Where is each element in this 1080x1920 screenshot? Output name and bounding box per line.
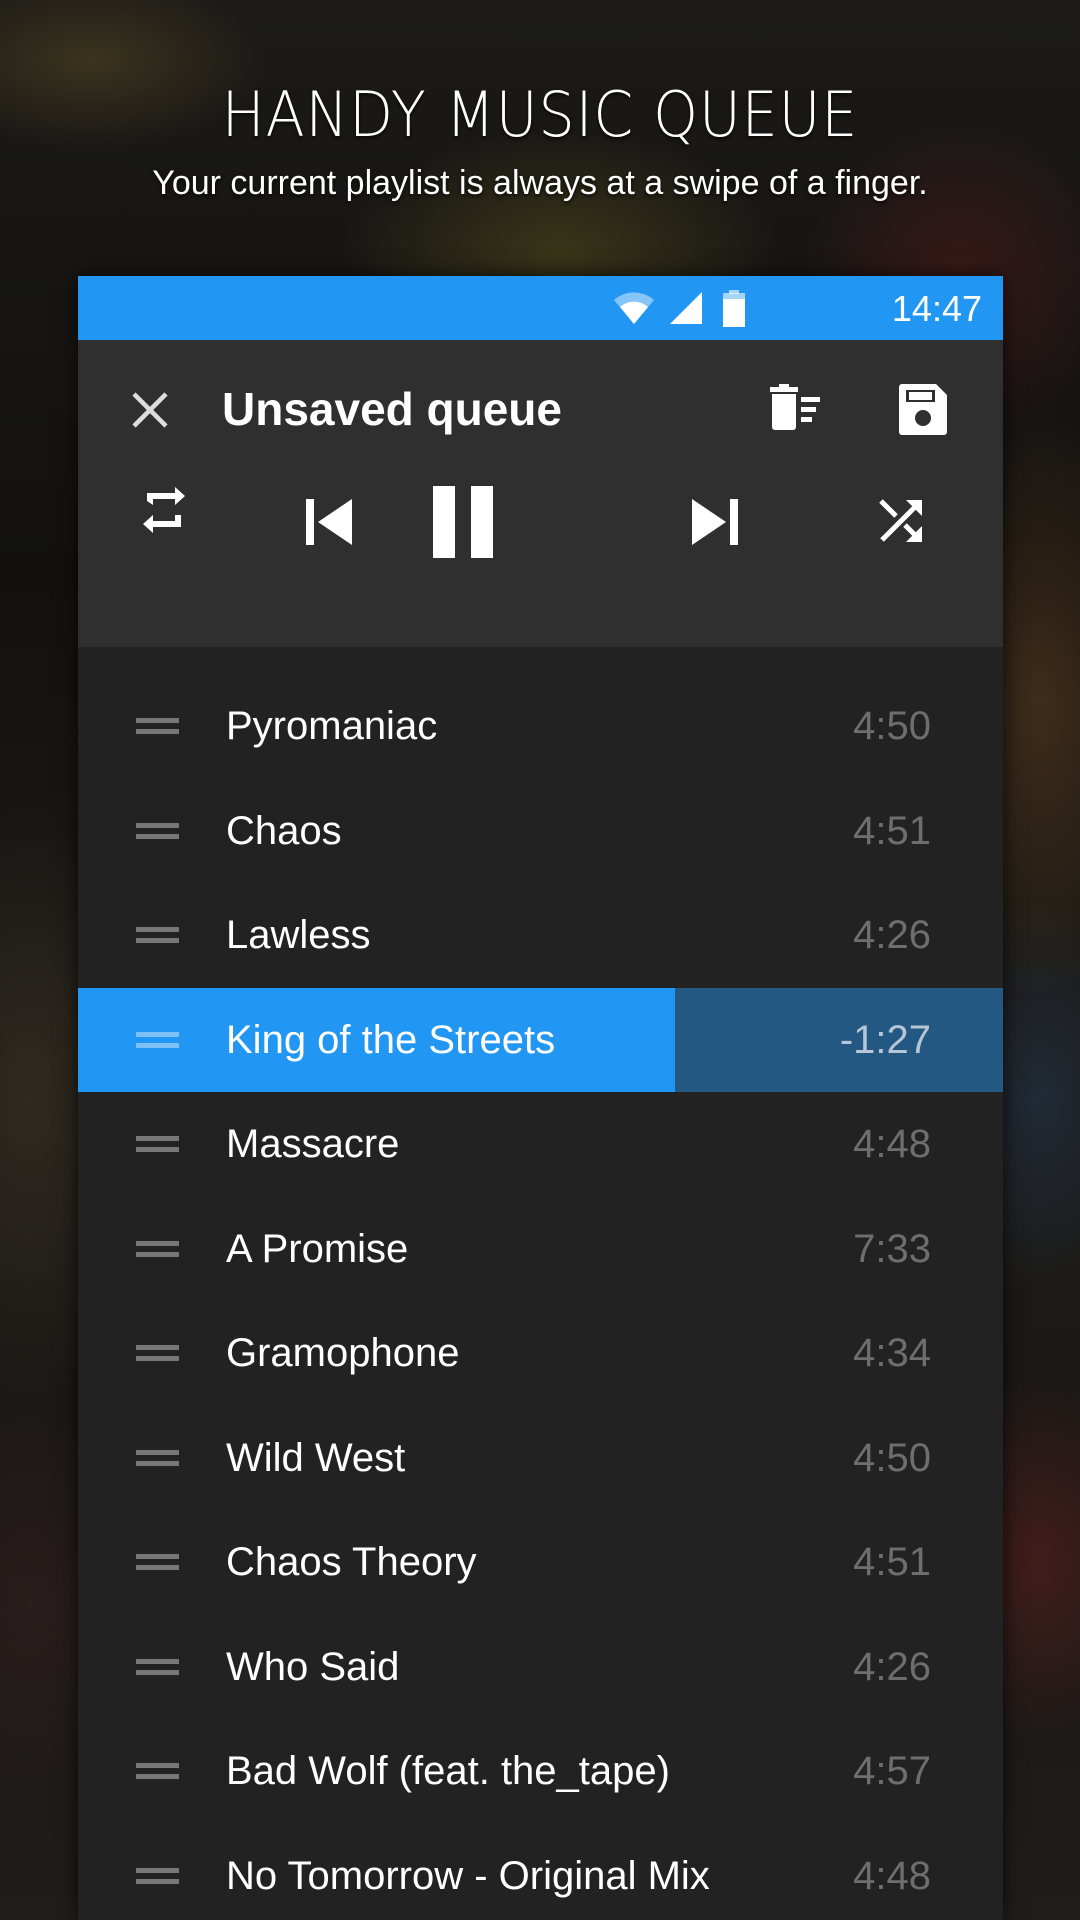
track-title: Wild West: [226, 1435, 406, 1480]
wifi-icon: [614, 292, 654, 324]
pause-icon[interactable]: [431, 484, 495, 560]
track-duration: 7:33: [853, 1226, 931, 1271]
promo-title: HANDY MUSIC QUEUE: [221, 78, 859, 151]
cell-signal-icon: [670, 292, 702, 324]
track-duration: 4:51: [853, 1540, 931, 1584]
battery-icon: [723, 290, 745, 327]
queue-row[interactable]: Lawless 4:26: [78, 883, 1003, 987]
drag-handle-icon[interactable]: [136, 718, 179, 734]
drag-handle-icon[interactable]: [136, 822, 179, 839]
drag-handle-icon[interactable]: [136, 1763, 179, 1779]
queue-header: Unsaved queue: [78, 340, 1003, 647]
track-duration: 4:50: [853, 1435, 931, 1480]
track-title: Bad Wolf (feat. the_tape): [226, 1749, 670, 1793]
track-title: Who Said: [226, 1644, 400, 1689]
track-duration: 4:50: [853, 704, 931, 748]
track-duration: 4:48: [853, 1853, 931, 1898]
track-title: Chaos Theory: [226, 1540, 477, 1584]
queue-row[interactable]: Bad Wolf (feat. the_tape) 4:57: [78, 1719, 1003, 1823]
queue-row[interactable]: Chaos Theory 4:51: [78, 1510, 1003, 1614]
track-title: Pyromaniac: [226, 704, 438, 748]
track-title: Chaos: [226, 808, 342, 853]
track-duration: 4:26: [853, 913, 931, 957]
drag-handle-icon[interactable]: [136, 1345, 179, 1361]
promo-subtitle: Your current playlist is always at a swi…: [152, 164, 928, 202]
drag-handle-icon[interactable]: [136, 1240, 179, 1257]
track-title: Massacre: [226, 1122, 400, 1166]
track-title: No Tomorrow - Original Mix: [226, 1853, 710, 1898]
queue-row-now-playing[interactable]: King of the Streets -1:27: [78, 987, 1003, 1092]
track-duration: 4:26: [853, 1644, 931, 1689]
track-title: King of the Streets: [226, 1017, 556, 1062]
track-duration: 4:34: [853, 1331, 931, 1375]
drag-handle-icon[interactable]: [136, 1554, 179, 1570]
phone-screen: 14:47 Unsaved queue Pyromaniac 4:50 Chao…: [78, 276, 1003, 1920]
queue-row[interactable]: No Tomorrow - Original Mix 4:48: [78, 1824, 1003, 1920]
track-duration: 4:48: [853, 1122, 931, 1166]
queue-row[interactable]: Gramophone 4:34: [78, 1301, 1003, 1405]
drag-handle-icon[interactable]: [136, 1136, 179, 1152]
track-duration: -1:27: [839, 1017, 931, 1062]
queue-row[interactable]: Chaos 4:51: [78, 779, 1003, 883]
shuffle-icon[interactable]: [878, 498, 924, 544]
queue-row[interactable]: Who Said 4:26: [78, 1615, 1003, 1719]
track-duration: 4:57: [853, 1749, 931, 1793]
queue-row[interactable]: Massacre 4:48: [78, 1092, 1003, 1196]
repeat-icon[interactable]: [141, 485, 187, 535]
close-icon[interactable]: [128, 388, 172, 432]
track-title: Lawless: [226, 913, 371, 957]
track-title: A Promise: [226, 1226, 409, 1271]
track-title: Gramophone: [226, 1331, 460, 1375]
status-time: 14:47: [891, 288, 982, 329]
drag-handle-icon[interactable]: [136, 1658, 179, 1675]
queue-row[interactable]: Wild West 4:50: [78, 1406, 1003, 1510]
drag-handle-icon[interactable]: [136, 1449, 179, 1466]
clear-queue-icon[interactable]: [768, 384, 824, 432]
queue-row[interactable]: A Promise 7:33: [78, 1197, 1003, 1301]
skip-next-icon[interactable]: [690, 497, 740, 547]
drag-handle-icon[interactable]: [136, 927, 179, 943]
save-icon[interactable]: [898, 384, 948, 436]
status-bar: 14:47: [78, 276, 1003, 340]
drag-handle-icon[interactable]: [136, 1031, 179, 1048]
skip-previous-icon[interactable]: [304, 497, 354, 547]
drag-handle-icon[interactable]: [136, 1867, 179, 1884]
track-duration: 4:51: [853, 808, 931, 853]
queue-row[interactable]: Pyromaniac 4:50: [78, 674, 1003, 778]
queue-title: Unsaved queue: [222, 383, 562, 435]
